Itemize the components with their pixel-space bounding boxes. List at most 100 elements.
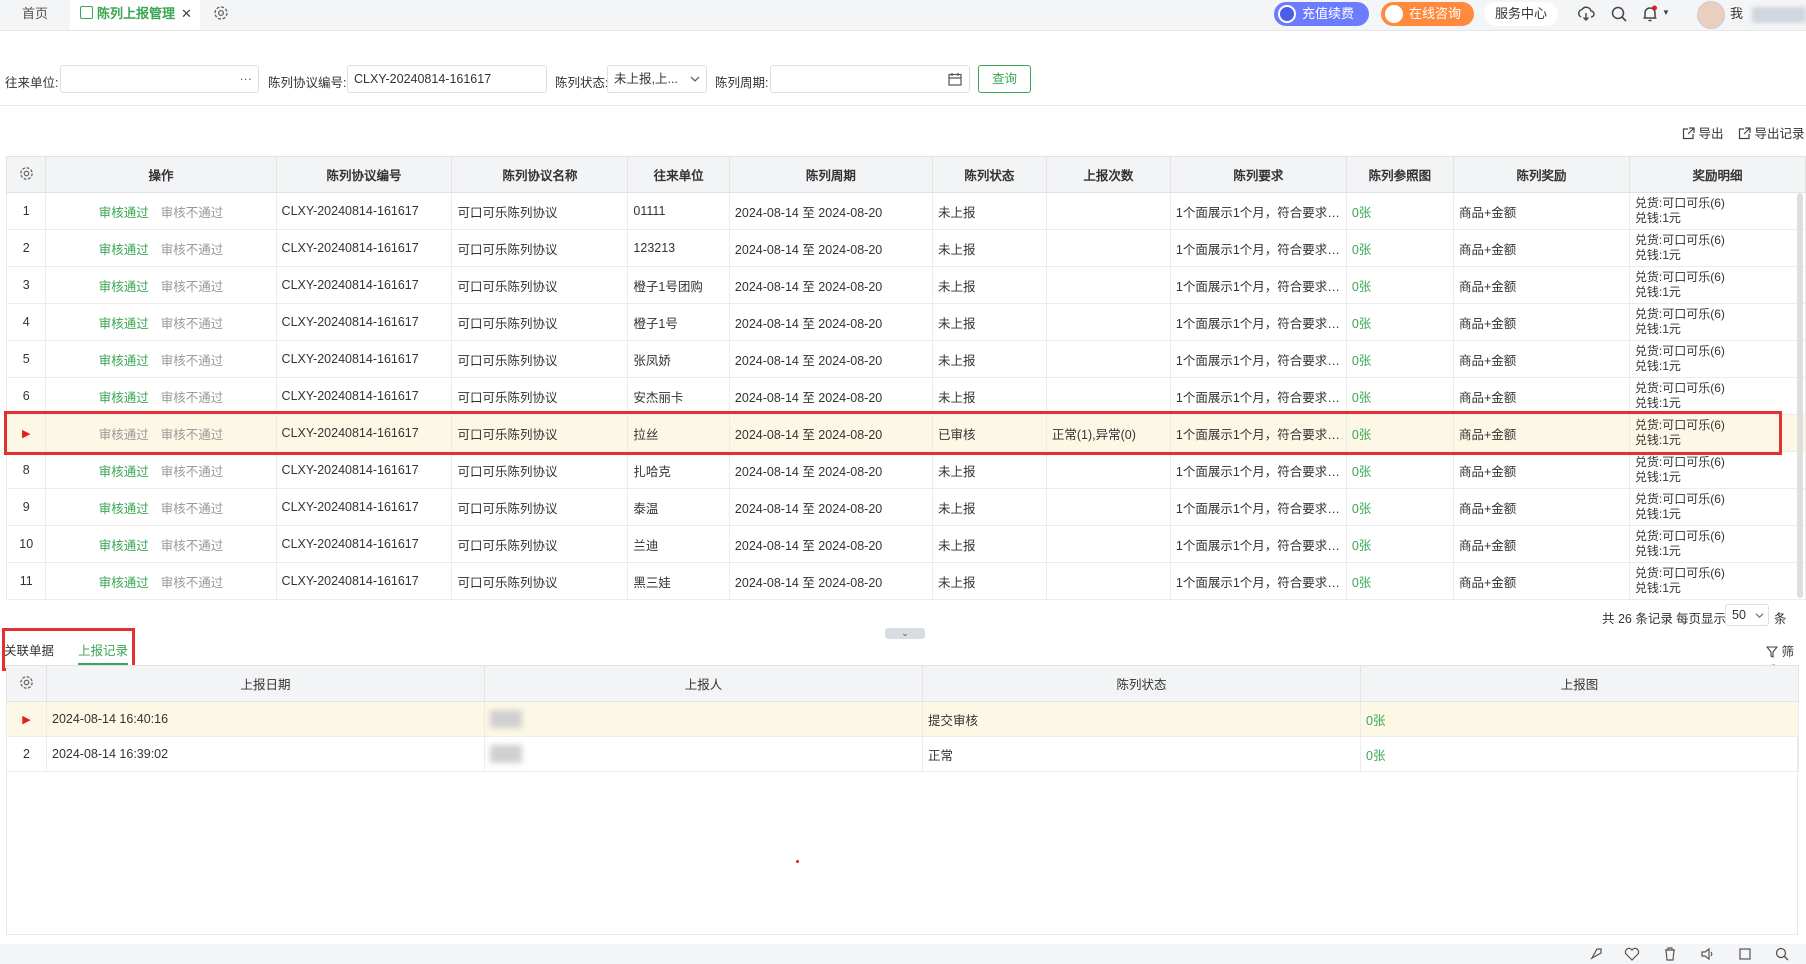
period-filter-label: 陈列周期: [715, 76, 769, 90]
export-button[interactable]: 导出 [1682, 123, 1724, 142]
table-row[interactable]: 2 审核通过 审核不通过 CLXY-20240814-161617 可口可乐陈列协议 12… [5, 229, 1806, 267]
chevron-down-icon[interactable]: ▼ [1662, 8, 1670, 17]
column-settings[interactable] [5, 156, 47, 193]
unit-filter-input[interactable]: ··· [60, 65, 259, 93]
approve-link[interactable]: 审核通过 [99, 539, 149, 553]
display-requirement: 1个面展示1个月，符合要求1... [1169, 488, 1347, 526]
protocol-filter-label: 陈列协议编号: [268, 76, 347, 90]
period-filter-input[interactable] [770, 65, 970, 93]
column-header[interactable]: 陈列协议名称 [451, 156, 629, 193]
reference-image-link[interactable]: 0张 [1345, 525, 1454, 563]
trash-icon[interactable] [1662, 946, 1678, 962]
column-settings[interactable] [6, 665, 47, 702]
protocol-filter-input[interactable]: CLXY-20240814-161617 [347, 65, 547, 93]
export-log-button[interactable]: 导出记录 [1738, 123, 1805, 142]
column-header[interactable]: 陈列状态 [922, 665, 1361, 702]
table-row[interactable]: 4 审核通过 审核不通过 CLXY-20240814-161617 可口可乐陈列协议 橙子… [5, 303, 1806, 341]
table-row[interactable]: 8 审核通过 审核不通过 CLXY-20240814-161617 可口可乐陈列协议 扎哈… [5, 451, 1806, 489]
status-filter-select[interactable]: 未上报,上... [607, 65, 707, 93]
reference-image-link[interactable]: 0张 [1345, 303, 1454, 341]
cloud-download-icon[interactable] [1577, 5, 1595, 23]
reject-link[interactable]: 审核不通过 [161, 206, 224, 220]
approve-link[interactable]: 审核通过 [99, 354, 149, 368]
more-icon[interactable]: ··· [240, 66, 253, 92]
column-header[interactable]: 上报次数 [1045, 156, 1171, 193]
gear-icon[interactable] [212, 4, 230, 22]
window-icon[interactable] [1737, 946, 1753, 962]
reject-link[interactable]: 审核不通过 [161, 280, 224, 294]
table-row[interactable]: 3 审核通过 审核不通过 CLXY-20240814-161617 可口可乐陈列协议 橙子… [5, 266, 1806, 304]
column-header[interactable]: 陈列周期 [728, 156, 933, 193]
report-count [1045, 303, 1171, 341]
column-header[interactable]: 陈列要求 [1169, 156, 1347, 193]
reference-image-link[interactable]: 0张 [1345, 377, 1454, 415]
column-header[interactable]: 陈列参照图 [1345, 156, 1454, 193]
reject-link[interactable]: 审核不通过 [161, 576, 224, 590]
column-header[interactable]: 陈列协议编号 [275, 156, 453, 193]
service-center-button[interactable]: 服务中心 [1484, 2, 1558, 26]
collapse-panel-handle[interactable]: ⌄ [885, 628, 925, 639]
search-icon[interactable] [1610, 5, 1628, 23]
table-row[interactable]: 6 审核通过 审核不通过 CLXY-20240814-161617 可口可乐陈列协议 安杰… [5, 377, 1806, 415]
reject-link[interactable]: 审核不通过 [161, 243, 224, 257]
table-scrollbar[interactable] [1797, 193, 1803, 598]
table-row[interactable]: 5 审核通过 审核不通过 CLXY-20240814-161617 可口可乐陈列协议 张凤… [5, 340, 1806, 378]
table-row[interactable]: ▶ 2024-08-14 16:40:16 提交审核 0张 [6, 701, 1799, 737]
volume-icon[interactable] [1700, 946, 1716, 962]
approve-link[interactable]: 审核通过 [99, 280, 149, 294]
column-header[interactable]: 陈列状态 [931, 156, 1047, 193]
tab-display-report[interactable]: 陈列上报管理 ✕ [70, 0, 200, 30]
column-header[interactable]: 奖励明细 [1628, 156, 1806, 193]
approve-link[interactable]: 审核通过 [99, 465, 149, 479]
recharge-button[interactable]: 充值续费 [1274, 2, 1369, 26]
table-row[interactable]: 1 审核通过 审核不通过 CLXY-20240814-161617 可口可乐陈列协议 01… [5, 192, 1806, 230]
consult-button[interactable]: 在线咨询 [1381, 2, 1474, 26]
reference-image-link[interactable]: 0张 [1345, 266, 1454, 304]
bell-icon[interactable] [1641, 5, 1659, 23]
approve-link[interactable]: 审核通过 [99, 502, 149, 516]
close-icon[interactable]: ✕ [181, 6, 192, 21]
reference-image-link[interactable]: 0张 [1345, 562, 1454, 600]
reference-image-link[interactable]: 0张 [1345, 451, 1454, 489]
tab-home[interactable]: 首页 [22, 0, 48, 30]
reject-link[interactable]: 审核不通过 [161, 317, 224, 331]
approve-link[interactable]: 审核通过 [99, 391, 149, 405]
reject-link[interactable]: 审核不通过 [161, 502, 224, 516]
display-requirement: 1个面展示1个月，符合要求1... [1169, 266, 1347, 304]
reference-image-link[interactable]: 0张 [1345, 340, 1454, 378]
approve-link[interactable]: 审核通过 [99, 243, 149, 257]
reject-link[interactable]: 审核不通过 [161, 465, 224, 479]
column-header[interactable]: 陈列奖励 [1452, 156, 1630, 193]
table-row[interactable]: 9 审核通过 审核不通过 CLXY-20240814-161617 可口可乐陈列协议 泰温… [5, 488, 1806, 526]
username[interactable]: 我 [1730, 0, 1743, 28]
column-header[interactable]: 操作 [45, 156, 277, 193]
search-icon[interactable] [1774, 946, 1790, 962]
query-button[interactable]: 查询 [978, 65, 1031, 93]
reject-link[interactable]: 审核不通过 [161, 539, 224, 553]
column-header[interactable]: 上报人 [484, 665, 923, 702]
approve-link[interactable]: 审核通过 [99, 317, 149, 331]
approve-link[interactable]: 审核通过 [99, 576, 149, 590]
table-row[interactable]: 2 2024-08-14 16:39:02 正常 0张 [6, 736, 1799, 772]
pager-per-page-label: 每页显示 [1676, 612, 1727, 626]
protocol-name: 可口可乐陈列协议 [451, 488, 629, 526]
reject-link[interactable]: 审核不通过 [161, 391, 224, 405]
column-header[interactable]: 上报图 [1360, 665, 1799, 702]
rocket-icon[interactable] [1588, 946, 1604, 962]
report-image-link[interactable]: 0张 [1360, 701, 1799, 737]
reference-image-link[interactable]: 0张 [1345, 192, 1454, 230]
per-page-select[interactable]: 50 [1725, 604, 1769, 626]
report-image-link[interactable]: 0张 [1360, 736, 1799, 772]
column-header[interactable]: 上报日期 [46, 665, 485, 702]
gear-icon[interactable] [18, 674, 35, 691]
column-header[interactable]: 往来单位 [627, 156, 730, 193]
heart-icon[interactable] [1624, 946, 1640, 962]
gear-icon[interactable] [18, 165, 35, 182]
reference-image-link[interactable]: 0张 [1345, 229, 1454, 267]
reject-link[interactable]: 审核不通过 [161, 354, 224, 368]
table-row[interactable]: 10 审核通过 审核不通过 CLXY-20240814-161617 可口可乐陈列协议兰… [5, 525, 1806, 563]
reference-image-link[interactable]: 0张 [1345, 488, 1454, 526]
table-row[interactable]: 11 审核通过 审核不通过 CLXY-20240814-161617 可口可乐陈列协议黑… [5, 562, 1806, 600]
avatar[interactable] [1697, 1, 1725, 29]
approve-link[interactable]: 审核通过 [99, 206, 149, 220]
